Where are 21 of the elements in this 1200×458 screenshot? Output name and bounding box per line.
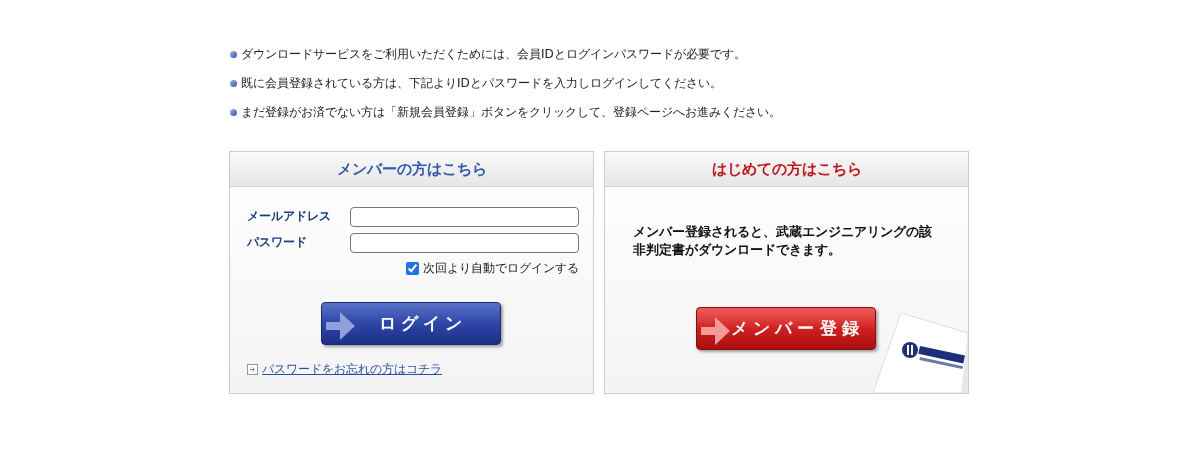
bullet-icon [230, 79, 237, 87]
field-label: パスワード [247, 234, 307, 251]
forgot-password-link[interactable]: パスワードをお忘れの方はコチラ [262, 360, 442, 378]
bullet-icon [230, 108, 237, 116]
note-text: ダウンロードサービスをご利用いただくためには、会員IDとログインパスワードが必要です。 [241, 46, 746, 63]
panel-title: はじめての方はこちら [711, 158, 862, 180]
register-message: メンバー登録されると、武蔵エンジニアリングの該非判定書がダウンロードできます。 [632, 223, 933, 259]
arrow-icon [326, 309, 356, 343]
note-text: まだ登録がお済でない方は「新規会員登録」ボタンをクリックして、登録ページへお進みください。 [241, 104, 781, 121]
panel-title: メンバーの方はこちら [336, 158, 487, 180]
note-text: 既に会員登録されている方は、下記よりIDとパスワードを入力しログインしてください。 [241, 75, 722, 92]
checkbox-label: 次回より自動でログインする [423, 260, 579, 277]
field-label: メールアドレス [247, 208, 331, 225]
input-field[interactable] [350, 207, 579, 227]
bullet-icon [230, 50, 237, 58]
input-field[interactable] [350, 233, 579, 253]
register-button[interactable]: メンバー登録 [695, 307, 876, 350]
arrow-icon [700, 314, 731, 348]
login-button[interactable]: ログイン [321, 302, 501, 345]
link-arrow-icon [247, 363, 258, 375]
remember-checkbox[interactable] [406, 261, 419, 275]
